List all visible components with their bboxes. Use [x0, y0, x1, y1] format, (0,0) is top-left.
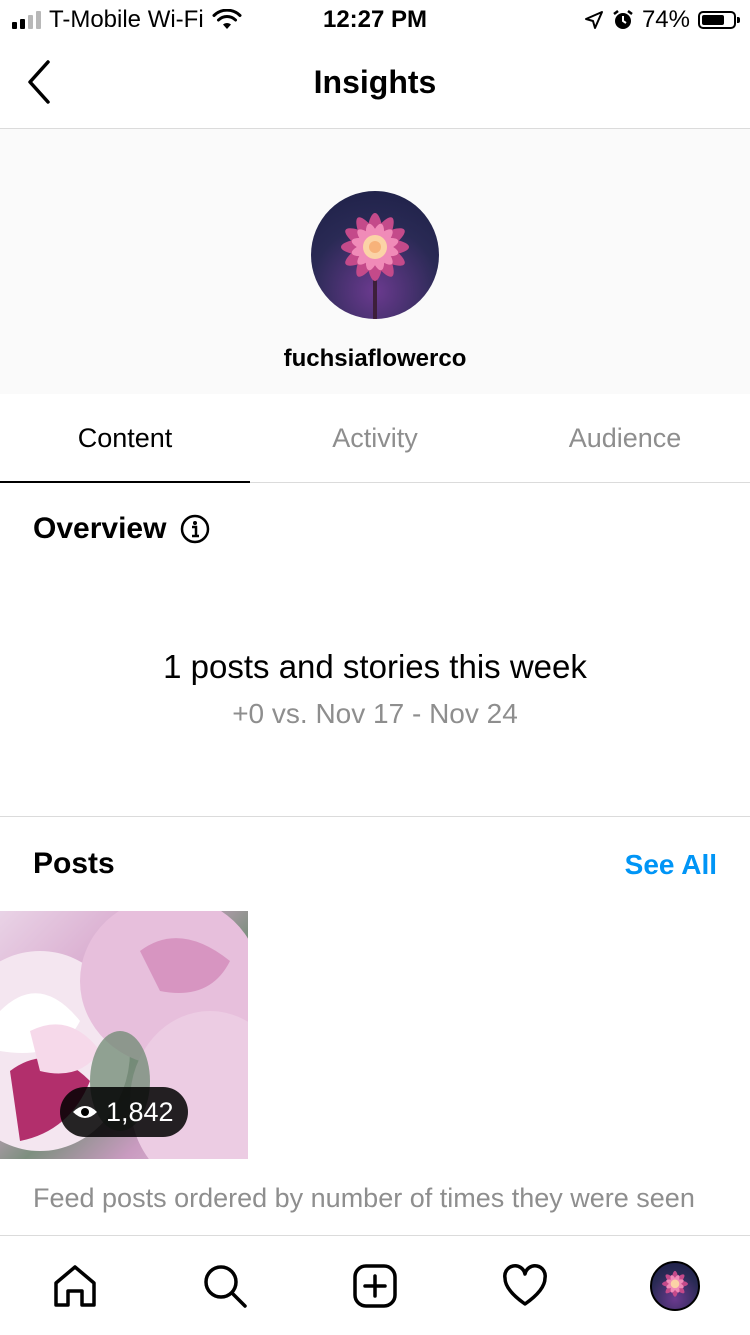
nav-bar: Insights — [0, 40, 750, 129]
location-icon — [584, 11, 603, 29]
activity-tab[interactable] — [450, 1236, 600, 1335]
status-bar: T-Mobile Wi-Fi 12:27 PM 74% — [0, 0, 750, 40]
view-count-badge: 1,842 — [60, 1087, 188, 1137]
overview-headline: 1 posts and stories this week — [163, 648, 587, 685]
overview-heading: Overview — [33, 512, 210, 546]
profile-avatar-small — [650, 1260, 700, 1311]
profile-tab[interactable] — [600, 1236, 750, 1335]
bottom-tab-bar — [0, 1235, 750, 1335]
home-icon — [54, 1264, 96, 1307]
info-icon[interactable] — [180, 514, 210, 544]
posts-caption: Feed posts ordered by number of times th… — [33, 1183, 695, 1213]
new-post-tab[interactable] — [300, 1236, 450, 1335]
view-count: 1,842 — [106, 1096, 174, 1127]
page-title: Insights — [313, 64, 437, 100]
dahlia-flower-image — [341, 213, 409, 319]
dahlia-flower-image — [662, 1270, 688, 1297]
search-tab[interactable] — [150, 1236, 300, 1335]
insights-tabs: Content Activity Audience — [0, 394, 750, 483]
new-post-icon — [353, 1263, 397, 1308]
post-thumbnail[interactable]: 1,842 — [0, 911, 248, 1159]
username: fuchsiaflowerco — [283, 345, 467, 372]
overview-comparison: +0 vs. Nov 17 - Nov 24 — [232, 698, 518, 729]
tab-content[interactable]: Content — [0, 394, 250, 483]
see-all-link[interactable]: See All — [625, 849, 717, 881]
search-icon — [204, 1264, 247, 1308]
status-bar-right: 74% — [584, 6, 740, 34]
eye-icon — [73, 1106, 97, 1118]
activity-heart-icon — [503, 1263, 547, 1306]
profile-avatar — [311, 191, 439, 319]
overview-title: Overview — [33, 512, 167, 545]
alarm-icon — [613, 10, 633, 29]
home-tab[interactable] — [0, 1236, 150, 1335]
posts-section: Posts See All 1,842 Feed posts ordered b… — [0, 817, 750, 1235]
tab-activity[interactable]: Activity — [250, 394, 500, 482]
battery-level — [702, 15, 725, 25]
tab-audience[interactable]: Audience — [500, 394, 750, 482]
posts-title: Posts — [33, 847, 115, 880]
battery-percent: 74% — [641, 6, 690, 33]
battery-icon — [698, 11, 740, 29]
overview-section: Overview 1 posts and stories this week +… — [0, 482, 750, 817]
profile-header: fuchsiaflowerco — [0, 129, 750, 394]
